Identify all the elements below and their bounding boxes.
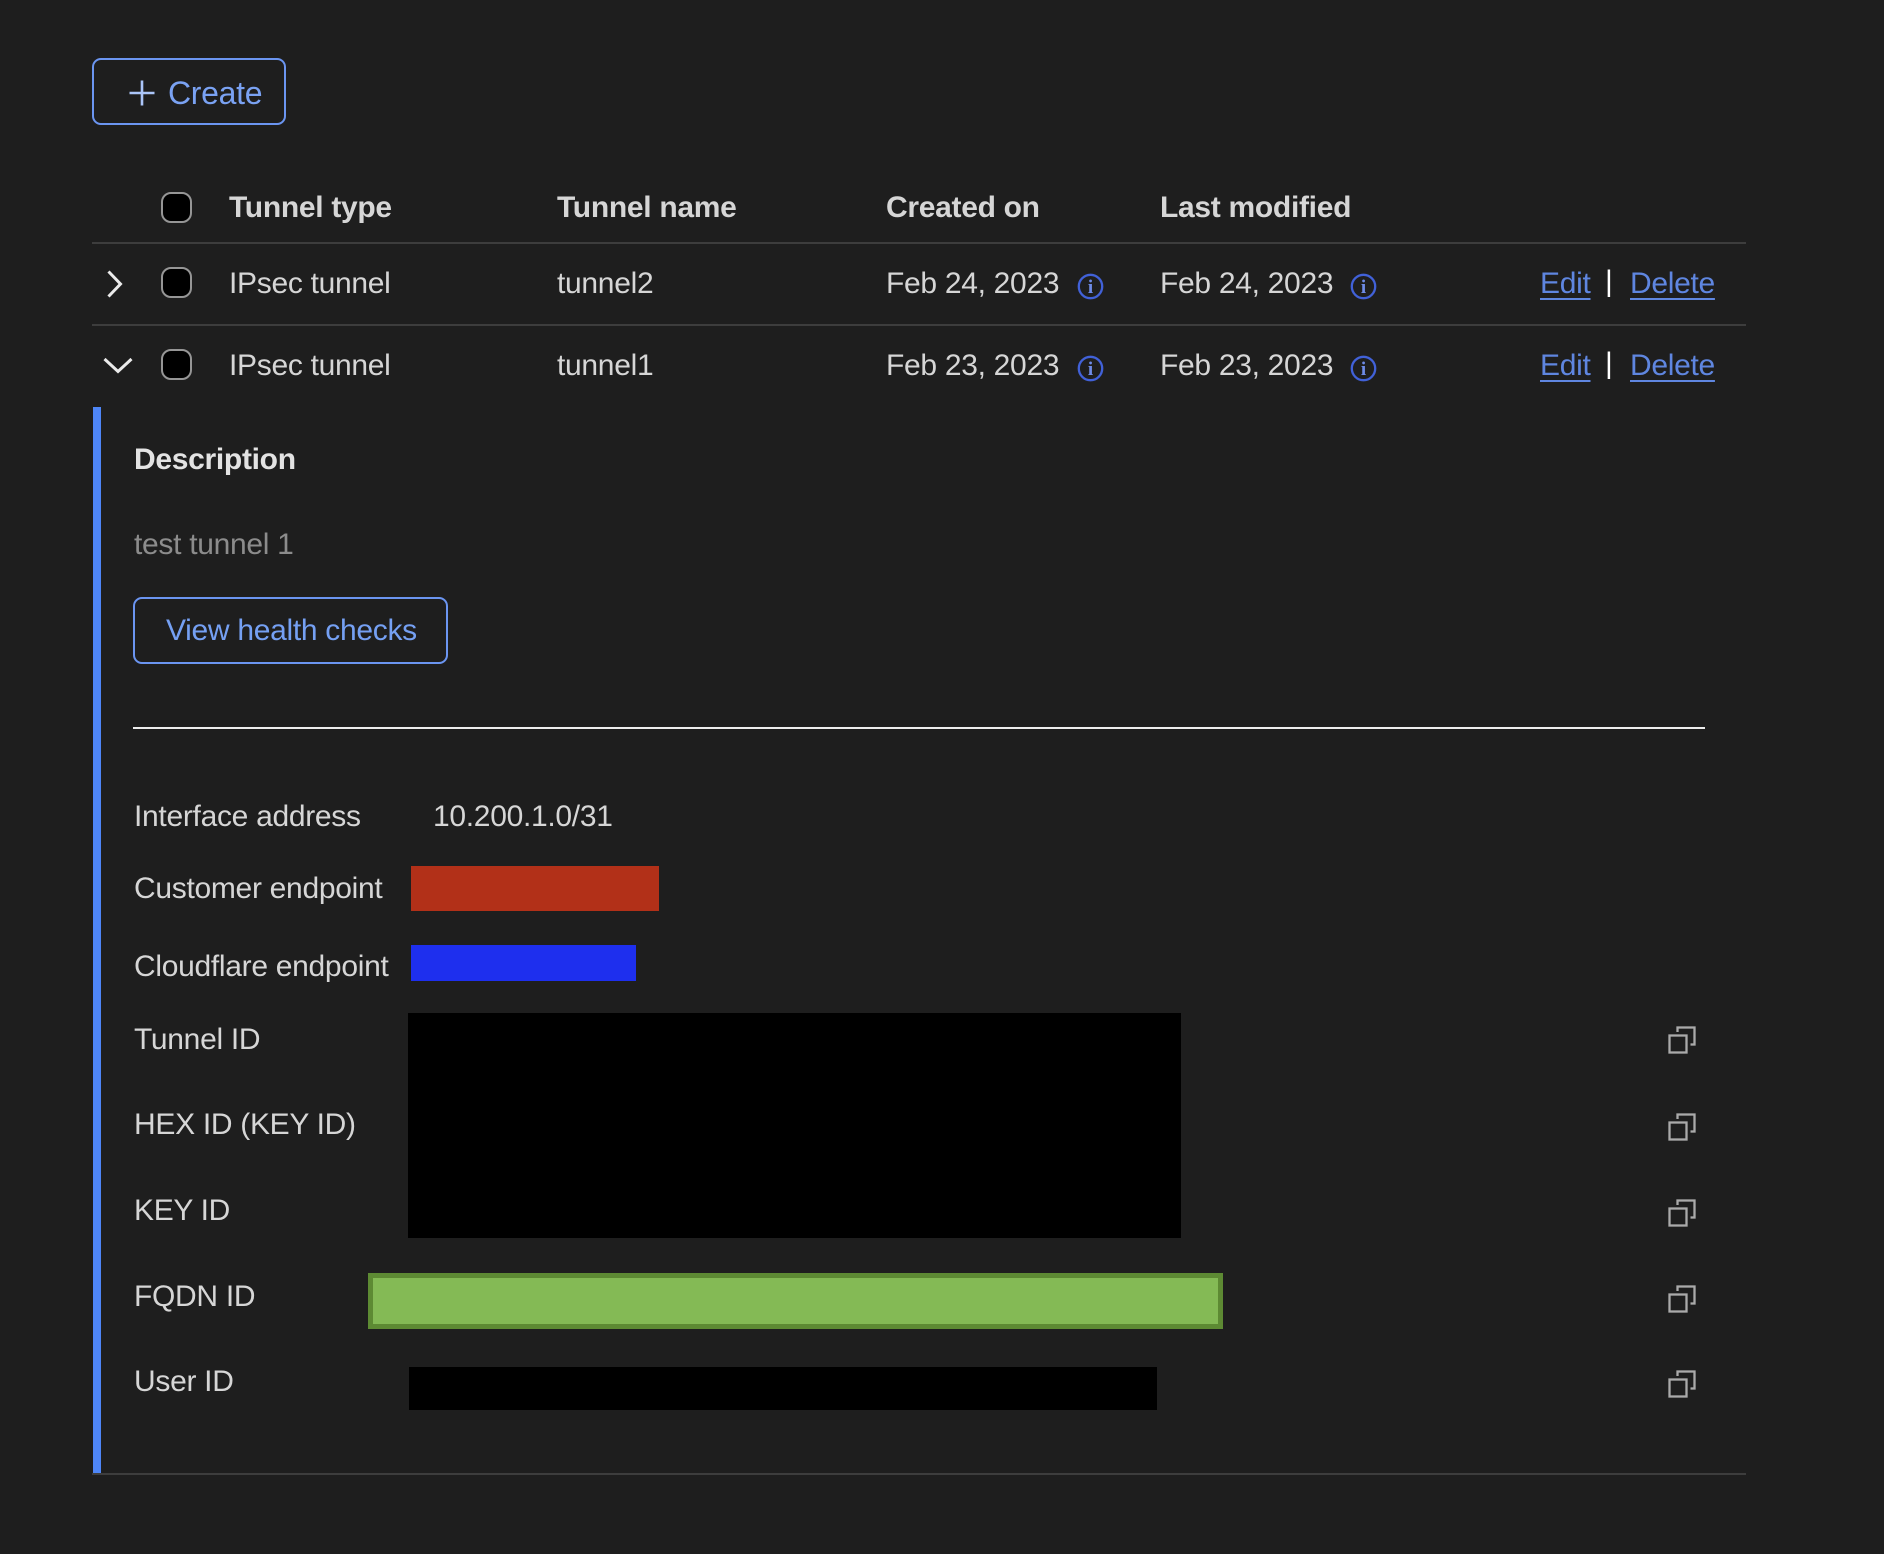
svg-text:i: i	[1088, 277, 1093, 298]
svg-text:i: i	[1361, 359, 1366, 380]
svg-text:i: i	[1361, 277, 1366, 298]
svg-text:i: i	[1088, 359, 1093, 380]
